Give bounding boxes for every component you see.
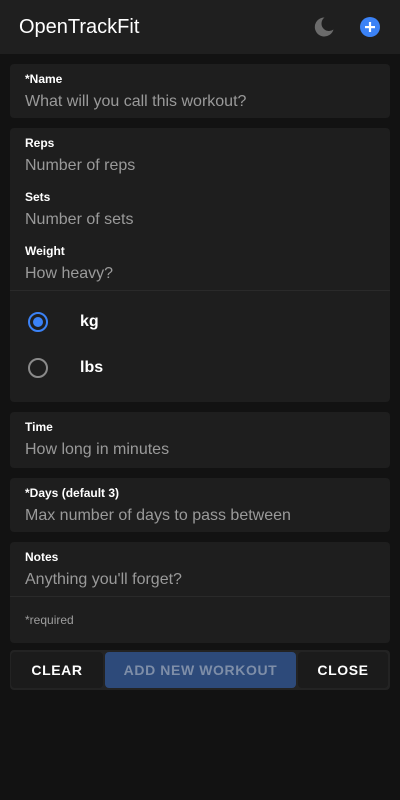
name-field: *Name: [10, 64, 390, 113]
weight-unit-radio-group: kg lbs: [10, 291, 390, 391]
notes-label: Notes: [25, 550, 59, 564]
app-bar: OpenTrackFit: [0, 0, 400, 54]
unit-option-lbs[interactable]: lbs: [10, 345, 390, 391]
close-button[interactable]: CLOSE: [298, 652, 388, 688]
sets-label: Sets: [25, 190, 51, 204]
time-card: Time: [10, 412, 390, 468]
plus-circle-icon[interactable]: [357, 14, 383, 40]
radio-checked-icon[interactable]: [28, 312, 48, 332]
app-title: OpenTrackFit: [19, 15, 140, 38]
time-input[interactable]: [25, 439, 375, 461]
name-input[interactable]: [25, 91, 375, 113]
name-label: *Name: [25, 72, 63, 86]
days-field: *Days (default 3): [10, 478, 390, 527]
days-label: *Days (default 3): [25, 486, 120, 500]
app-root: OpenTrackFit *Name What will you call th…: [0, 0, 400, 800]
unit-option-label: lbs: [80, 359, 104, 376]
form-actions: CLEAR ADD NEW WORKOUT CLOSE: [10, 650, 390, 690]
notes-input[interactable]: [25, 569, 375, 591]
weight-label: Weight: [25, 244, 65, 258]
required-note: *required: [25, 613, 74, 627]
moon-icon[interactable]: [311, 14, 337, 40]
notes-field: Notes: [10, 542, 390, 596]
days-input[interactable]: [25, 505, 375, 527]
clear-button[interactable]: CLEAR: [11, 652, 103, 688]
notes-card: Notes *required: [10, 542, 390, 643]
time-field: Time: [10, 412, 390, 461]
reps-label: Reps: [25, 136, 55, 150]
reps-field: Reps: [10, 128, 390, 182]
weight-input[interactable]: [25, 263, 375, 285]
unit-option-kg[interactable]: kg: [10, 299, 390, 345]
unit-option-label: kg: [80, 313, 99, 330]
workout-form: *Name Reps Sets Weight kg: [10, 64, 390, 653]
name-card: *Name: [10, 64, 390, 118]
weight-field: Weight: [10, 236, 390, 290]
sets-field: Sets: [10, 182, 390, 236]
time-label: Time: [25, 420, 53, 434]
days-card: *Days (default 3): [10, 478, 390, 532]
add-workout-button[interactable]: ADD NEW WORKOUT: [105, 652, 296, 688]
app-bar-actions: [311, 14, 383, 40]
radio-unchecked-icon[interactable]: [28, 358, 48, 378]
sets-input[interactable]: [25, 209, 375, 231]
reps-input[interactable]: [25, 155, 375, 177]
exercise-details-card: Reps Sets Weight kg lbs: [10, 128, 390, 402]
